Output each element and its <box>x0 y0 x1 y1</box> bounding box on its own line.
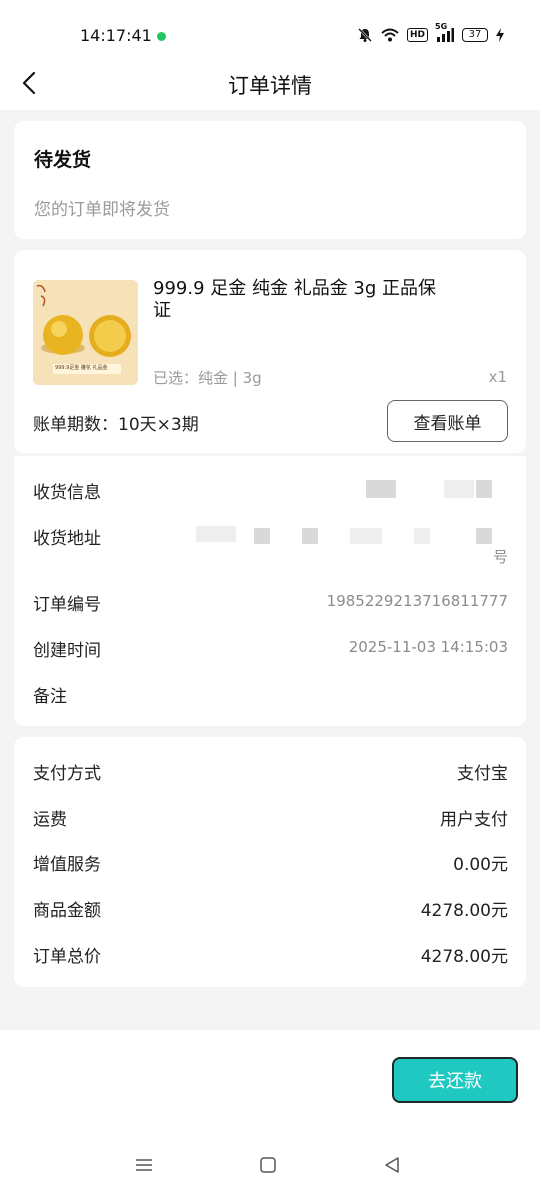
shipping-fee-value: 用户支付 <box>440 810 508 830</box>
shipping-address-redacted <box>414 528 430 544</box>
shipping-address-redacted <box>302 528 318 544</box>
value-added-service-value: 0.00元 <box>453 855 508 875</box>
status-time: 14:17:41 <box>80 26 152 45</box>
status-bar: 14:17:41 HD 5G 37 <box>0 0 540 60</box>
receiver-info-redacted <box>476 480 492 498</box>
shipping-address-redacted <box>476 528 492 544</box>
back-nav-icon[interactable] <box>377 1150 407 1180</box>
order-info-card: 收货信息 收货地址 号 订单编号 1985229213716811777 创建时… <box>14 456 526 726</box>
home-nav-icon[interactable] <box>253 1150 283 1180</box>
order-status-subtitle: 您的订单即将发货 <box>34 200 170 220</box>
product-title[interactable]: 999.9 足金 纯金 礼品金 3g 正品保证 <box>153 278 453 322</box>
shipping-address-redacted <box>254 528 270 544</box>
payment-method-value: 支付宝 <box>457 764 508 784</box>
shipping-address-tail: 号 <box>492 548 508 566</box>
signal-icon: 5G <box>435 22 454 42</box>
header: 订单详情 <box>0 60 540 110</box>
status-icons: HD 5G 37 <box>357 22 504 44</box>
notification-dot-icon <box>157 32 166 41</box>
page-title: 订单详情 <box>228 74 312 98</box>
wifi-icon <box>381 28 399 42</box>
created-time-label: 创建时间 <box>33 641 101 661</box>
goods-amount-label: 商品金额 <box>33 901 101 921</box>
order-total-value: 4278.00元 <box>420 947 508 967</box>
product-quantity: x1 <box>488 368 507 386</box>
shipping-fee-label: 运费 <box>33 810 67 830</box>
payment-card: 支付方式 支付宝 运费 用户支付 增值服务 0.00元 商品金额 4278.00… <box>14 737 526 987</box>
menu-nav-icon[interactable] <box>129 1150 159 1180</box>
product-image-caption: 999.9足金 雕花 礼品金 <box>55 365 108 371</box>
created-time-value: 2025-11-03 14:15:03 <box>348 638 508 656</box>
product-image[interactable]: 999.9足金 雕花 礼品金 <box>33 280 138 385</box>
shipping-address-label: 收货地址 <box>33 529 101 549</box>
system-nav-bar <box>0 1150 540 1184</box>
shipping-address-redacted <box>350 528 382 544</box>
product-spec: 已选：纯金 | 3g <box>153 369 262 387</box>
value-added-service-label: 增值服务 <box>33 855 101 875</box>
mute-bell-icon <box>357 27 373 43</box>
order-status-card: 待发货 您的订单即将发货 <box>14 121 526 239</box>
order-total-label: 订单总价 <box>33 947 101 967</box>
payment-method-label: 支付方式 <box>33 764 101 784</box>
order-number-label: 订单编号 <box>33 595 101 615</box>
shipping-address-redacted <box>196 526 236 542</box>
signal-label: 5G <box>435 22 448 31</box>
receiver-info-label: 收货信息 <box>33 483 101 503</box>
receiver-info-redacted <box>366 480 396 498</box>
goods-amount-value: 4278.00元 <box>420 901 508 921</box>
battery-icon: 37 <box>462 28 488 42</box>
order-status-title: 待发货 <box>34 149 92 171</box>
order-number-value[interactable]: 1985229213716811777 <box>327 592 508 610</box>
bottom-action-bar: 去还款 <box>0 1030 540 1200</box>
remark-label: 备注 <box>33 687 67 707</box>
bill-installments-label: 账单期数：10天×3期 <box>33 415 199 435</box>
repay-button[interactable]: 去还款 <box>392 1057 518 1103</box>
view-bill-button[interactable]: 查看账单 <box>387 400 508 442</box>
product-card: 999.9足金 雕花 礼品金 999.9 足金 纯金 礼品金 3g 正品保证 已… <box>14 250 526 453</box>
charging-icon <box>496 28 504 42</box>
hd-badge: HD <box>406 28 428 42</box>
receiver-info-redacted <box>444 480 474 498</box>
